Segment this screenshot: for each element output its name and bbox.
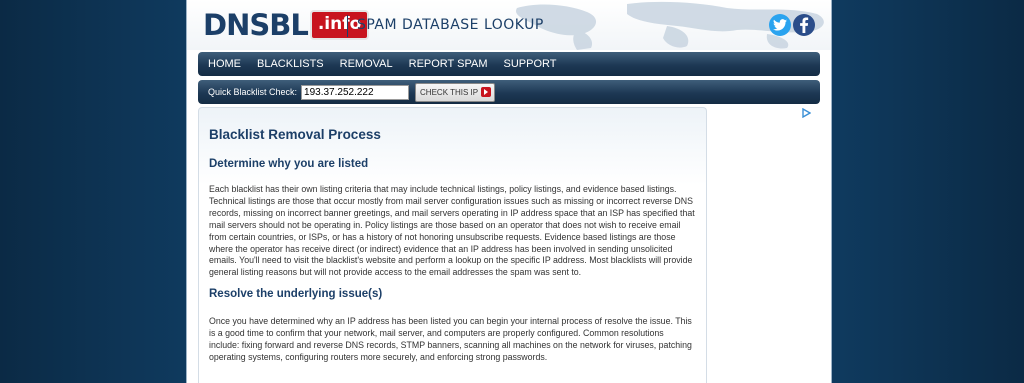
article-panel: Blacklist Removal Process Determine why … [198, 107, 707, 383]
nav-removal[interactable]: REMOVAL [340, 58, 393, 70]
site-tagline: SPAM DATABASE LOOKUP [357, 17, 544, 33]
adchoices-icon[interactable] [801, 108, 811, 118]
twitter-icon[interactable] [769, 14, 791, 36]
site-header: DNSBL .info SPAM DATABASE LOOKUP [187, 0, 831, 50]
main-nav: HOME BLACKLISTS REMOVAL REPORT SPAM SUPP… [198, 52, 820, 76]
nav-blacklists[interactable]: BLACKLISTS [257, 58, 324, 70]
page-title: Blacklist Removal Process [209, 127, 381, 142]
nav-home[interactable]: HOME [208, 58, 241, 70]
section-text-resolve: Once you have determined why an IP addre… [209, 316, 692, 362]
ip-address-input[interactable] [301, 84, 410, 100]
section-heading-resolve: Resolve the underlying issue(s) [209, 288, 383, 301]
site-logo[interactable]: DNSBL .info [203, 8, 370, 42]
social-links [769, 14, 815, 36]
arrow-right-icon [481, 87, 492, 97]
check-ip-button[interactable]: CHECK THIS IP [415, 82, 496, 102]
quick-check-label: Quick Blacklist Check: [208, 87, 298, 97]
page-container: DNSBL .info SPAM DATABASE LOOKUP HOME BL… [186, 0, 832, 383]
check-ip-button-label: CHECK THIS IP [420, 87, 479, 97]
facebook-icon[interactable] [793, 14, 815, 36]
nav-report-spam[interactable]: REPORT SPAM [409, 58, 488, 70]
section-text-why-listed: Each blacklist has their own listing cri… [209, 184, 695, 278]
logo-text: DNSBL [203, 8, 309, 42]
nav-support[interactable]: SUPPORT [503, 58, 556, 70]
quick-check-bar: Quick Blacklist Check: CHECK THIS IP [198, 80, 820, 104]
section-heading-why-listed: Determine why you are listed [209, 158, 369, 170]
logo-divider [347, 15, 348, 37]
